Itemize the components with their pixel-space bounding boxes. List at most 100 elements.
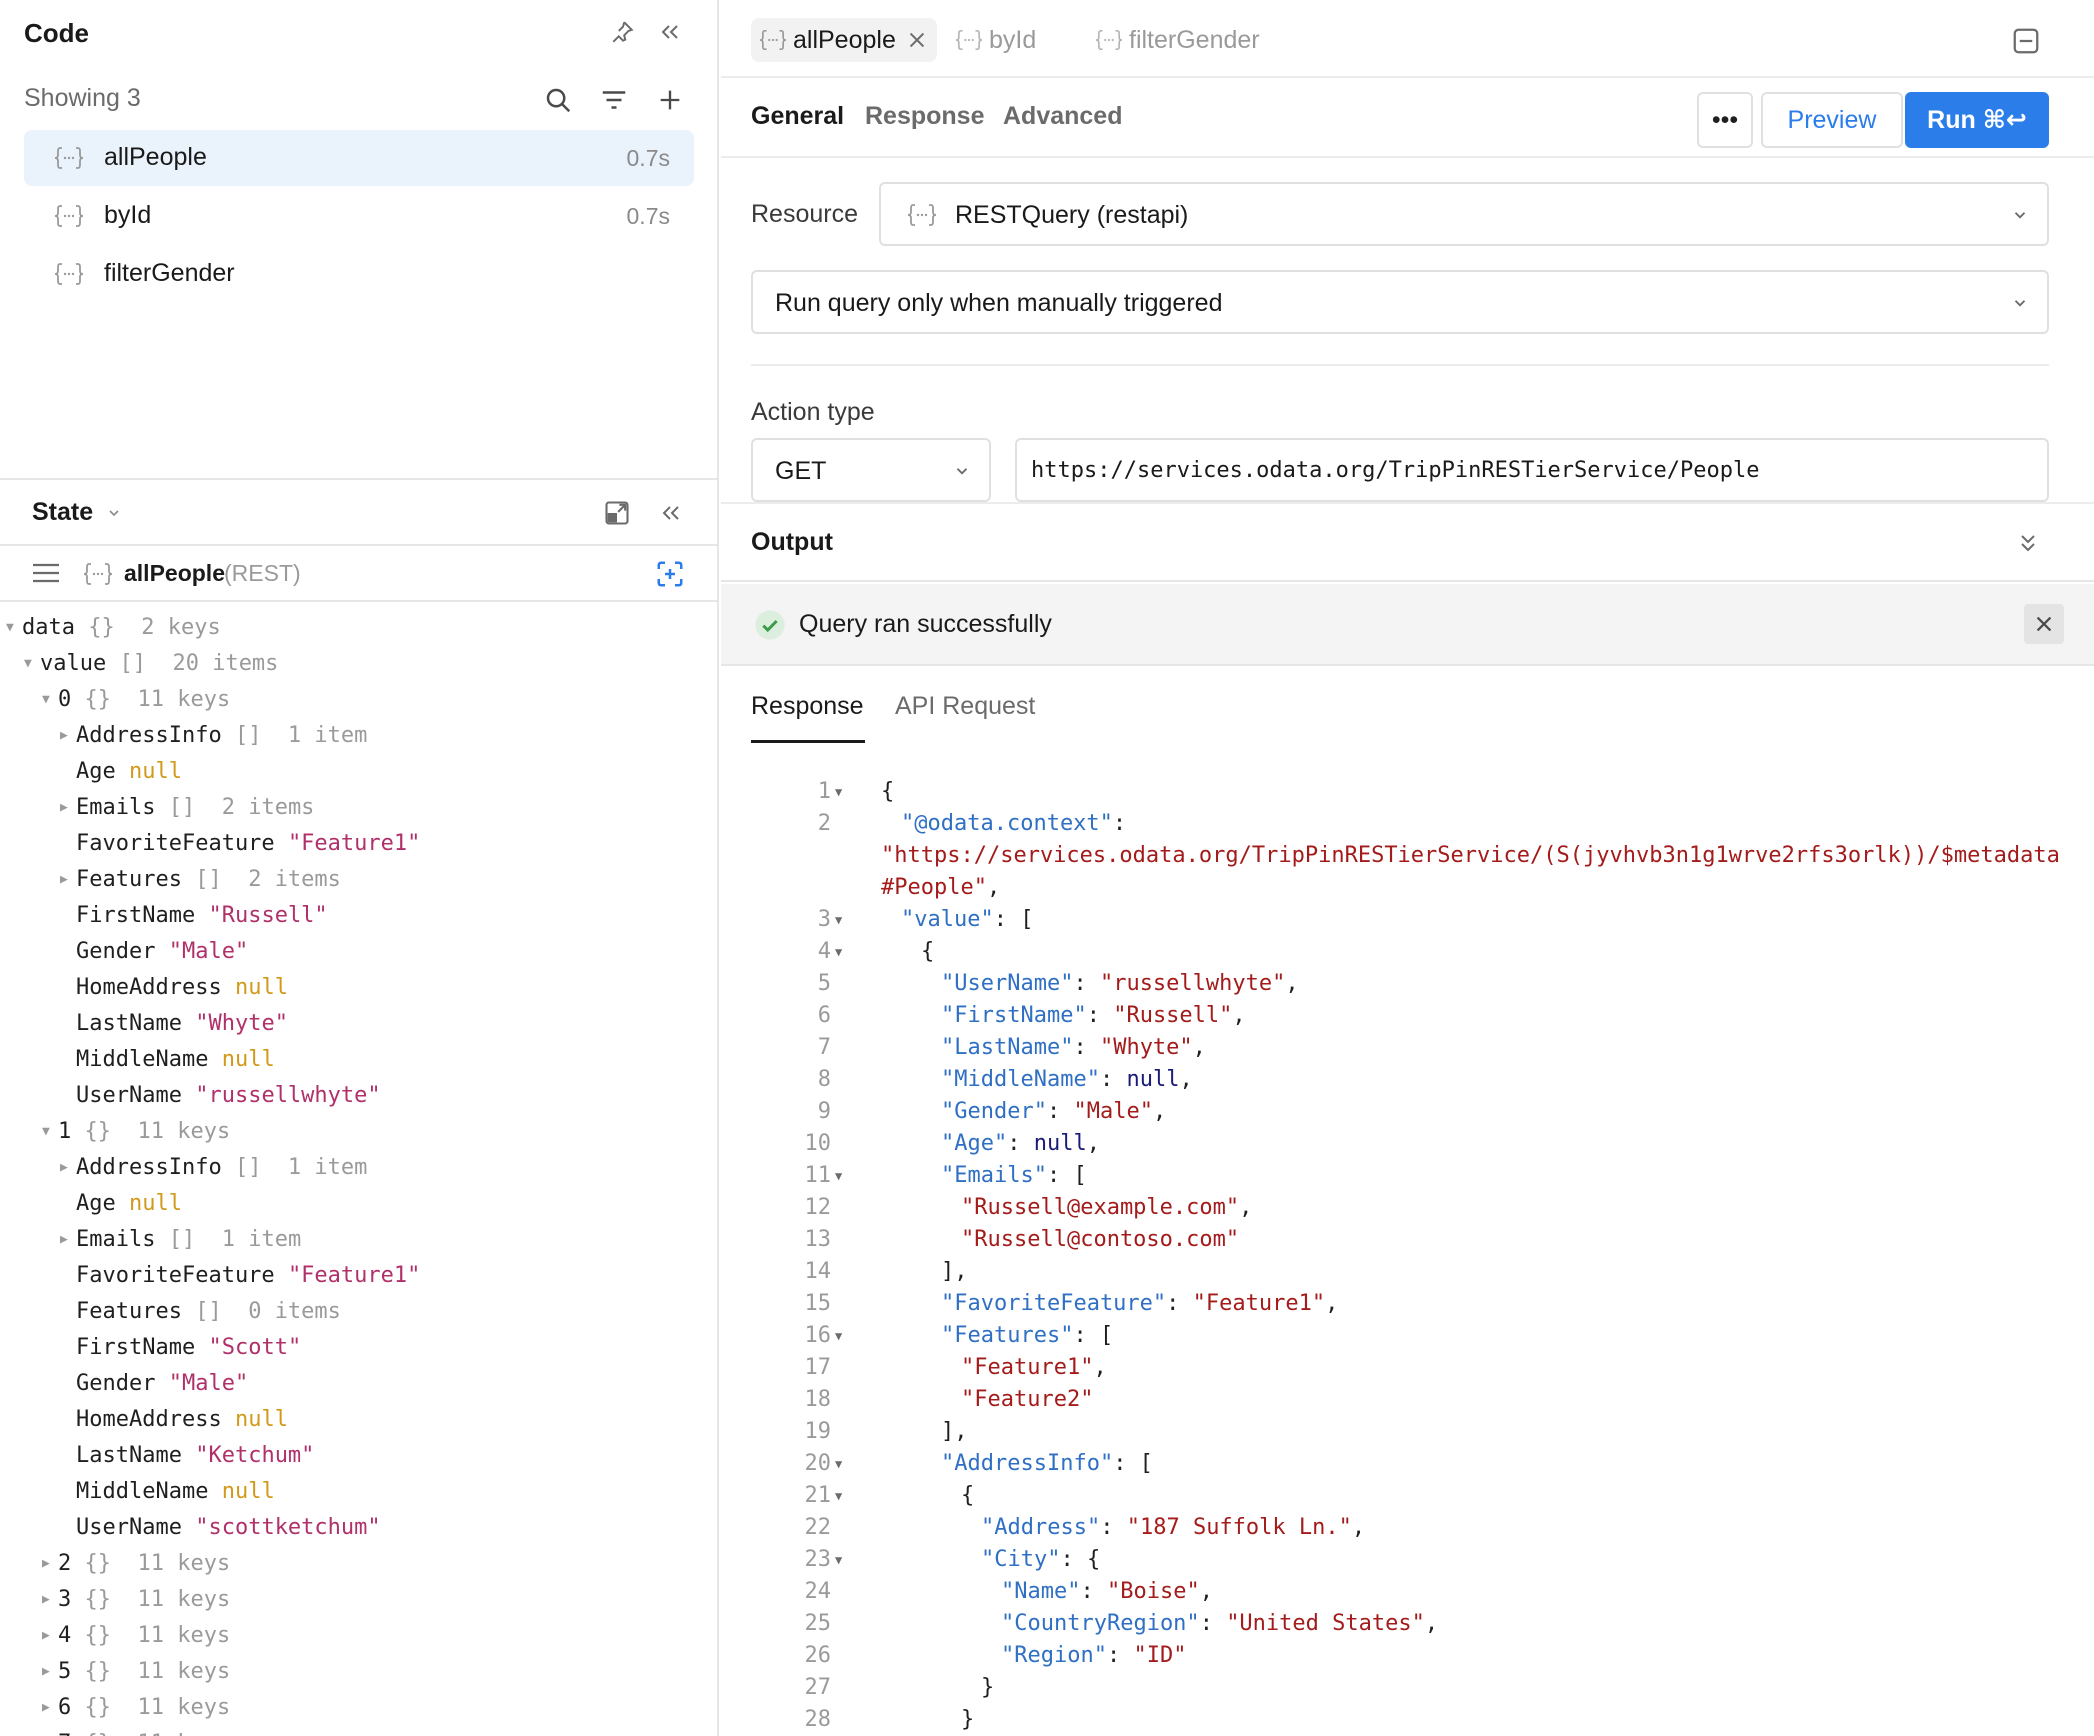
tree-row[interactable]: HomeAddress null bbox=[0, 1402, 717, 1438]
tree-row[interactable]: MiddleName null bbox=[0, 1474, 717, 1510]
tree-row[interactable]: ▶ Features [] 2 items bbox=[0, 862, 717, 898]
fold-caret-icon[interactable]: ▼ bbox=[835, 936, 842, 968]
tree-row[interactable]: FavoriteFeature "Feature1" bbox=[0, 826, 717, 862]
tree-row[interactable]: ▼ data {} 2 keys bbox=[0, 610, 717, 646]
panel-toggle-icon[interactable] bbox=[2007, 22, 2045, 60]
tree-row[interactable]: ▶ 5 {} 11 keys bbox=[0, 1654, 717, 1690]
tree-row[interactable]: HomeAddress null bbox=[0, 970, 717, 1006]
code-line: 19], bbox=[721, 1416, 2094, 1448]
trigger-select[interactable]: Run query only when manually triggered bbox=[751, 270, 2049, 334]
tab-api-request[interactable]: API Request bbox=[895, 692, 1035, 721]
search-icon[interactable] bbox=[538, 80, 578, 120]
tree-row[interactable]: Age null bbox=[0, 754, 717, 790]
caret-right-icon[interactable]: ▶ bbox=[42, 1654, 50, 1690]
line-number: 11 bbox=[804, 1163, 832, 1188]
caret-down-icon[interactable]: ▼ bbox=[42, 682, 50, 718]
query-braces-icon bbox=[54, 145, 84, 176]
fold-caret-icon[interactable]: ▼ bbox=[835, 1480, 842, 1512]
code-token: , bbox=[1179, 1067, 1193, 1092]
run-button[interactable]: Run ⌘↩ bbox=[1905, 92, 2049, 148]
more-button[interactable]: ••• bbox=[1697, 92, 1753, 148]
caret-right-icon[interactable]: ▶ bbox=[42, 1582, 50, 1618]
method-select[interactable]: GET bbox=[751, 438, 991, 502]
query-braces-icon bbox=[1095, 28, 1123, 57]
tree-row[interactable]: FirstName "Scott" bbox=[0, 1330, 717, 1366]
plus-icon[interactable] bbox=[650, 80, 690, 120]
tree-row[interactable]: MiddleName null bbox=[0, 1042, 717, 1078]
tab-response[interactable]: Response bbox=[865, 102, 984, 131]
tree-row[interactable]: FavoriteFeature "Feature1" bbox=[0, 1258, 717, 1294]
tree-row[interactable]: FirstName "Russell" bbox=[0, 898, 717, 934]
caret-right-icon[interactable]: ▶ bbox=[60, 718, 68, 754]
file-tab-byid[interactable]: byId bbox=[947, 18, 1067, 62]
double-chevron-left-icon[interactable] bbox=[652, 14, 688, 50]
double-chevron-left-icon[interactable] bbox=[652, 494, 690, 532]
tree-row[interactable]: ▼ 0 {} 11 keys bbox=[0, 682, 717, 718]
focus-target-icon[interactable] bbox=[652, 556, 688, 592]
caret-right-icon[interactable]: ▶ bbox=[42, 1546, 50, 1582]
query-item-filtergender[interactable]: filterGender bbox=[24, 246, 694, 302]
tree-row[interactable]: ▶ 3 {} 11 keys bbox=[0, 1582, 717, 1618]
file-tab-filtergender[interactable]: filterGender bbox=[1087, 18, 1287, 62]
tab-response-output[interactable]: Response bbox=[751, 692, 864, 721]
tab-advanced[interactable]: Advanced bbox=[1003, 102, 1122, 131]
tree-row[interactable]: ▶ 4 {} 11 keys bbox=[0, 1618, 717, 1654]
close-icon[interactable] bbox=[905, 28, 929, 52]
filter-icon[interactable] bbox=[594, 80, 634, 120]
hamburger-icon[interactable] bbox=[30, 558, 62, 588]
fold-caret-icon[interactable]: ▼ bbox=[835, 1544, 842, 1576]
tree-meta: {} 11 keys bbox=[84, 1119, 231, 1144]
tree-row[interactable]: ▶ 2 {} 11 keys bbox=[0, 1546, 717, 1582]
line-number: 14 bbox=[804, 1259, 832, 1284]
tree-row[interactable]: ▶ Emails [] 2 items bbox=[0, 790, 717, 826]
close-icon[interactable] bbox=[2024, 604, 2064, 644]
state-dropdown[interactable]: State bbox=[32, 498, 122, 527]
tab-general[interactable]: General bbox=[751, 102, 844, 131]
resource-select[interactable]: RESTQuery (restapi) bbox=[879, 182, 2049, 246]
code-panel-header: Code bbox=[0, 0, 717, 66]
code-token: "Russell@contoso.com" bbox=[961, 1227, 1240, 1252]
tree-row[interactable]: UserName "scottketchum" bbox=[0, 1510, 717, 1546]
fold-caret-icon[interactable]: ▼ bbox=[835, 1160, 842, 1192]
tree-row[interactable]: Features [] 0 items bbox=[0, 1294, 717, 1330]
preview-button[interactable]: Preview bbox=[1761, 92, 1903, 148]
divider bbox=[751, 364, 2049, 366]
popout-icon[interactable] bbox=[598, 494, 636, 532]
tree-row[interactable]: ▶ AddressInfo [] 1 item bbox=[0, 1150, 717, 1186]
tree-row[interactable]: LastName "Ketchum" bbox=[0, 1438, 717, 1474]
query-item-byid[interactable]: byId 0.7s bbox=[24, 188, 694, 244]
fold-caret-icon[interactable]: ▼ bbox=[835, 776, 842, 808]
tree-row[interactable]: UserName "russellwhyte" bbox=[0, 1078, 717, 1114]
tree-row[interactable]: ▶ 6 {} 11 keys bbox=[0, 1690, 717, 1726]
fold-caret-icon[interactable]: ▼ bbox=[835, 1448, 842, 1480]
caret-right-icon[interactable]: ▶ bbox=[42, 1690, 50, 1726]
caret-right-icon[interactable]: ▶ bbox=[60, 1222, 68, 1258]
tree-row[interactable]: ▼ 1 {} 11 keys bbox=[0, 1114, 717, 1150]
tree-row[interactable]: ▼ value [] 20 items bbox=[0, 646, 717, 682]
fold-caret-icon[interactable]: ▼ bbox=[835, 1320, 842, 1352]
query-item-allpeople[interactable]: allPeople 0.7s bbox=[24, 130, 694, 186]
url-input[interactable]: https://services.odata.org/TripPinRESTie… bbox=[1015, 438, 2049, 502]
tree-row[interactable]: LastName "Whyte" bbox=[0, 1006, 717, 1042]
caret-down-icon[interactable]: ▼ bbox=[6, 610, 14, 646]
double-chevron-down-icon[interactable] bbox=[2011, 526, 2045, 560]
caret-right-icon[interactable]: ▶ bbox=[60, 1150, 68, 1186]
tree-row[interactable]: ▶ AddressInfo [] 1 item bbox=[0, 718, 717, 754]
caret-right-icon[interactable]: ▶ bbox=[42, 1726, 50, 1736]
caret-down-icon[interactable]: ▼ bbox=[42, 1114, 50, 1150]
tree-row[interactable]: ▶ Emails [] 1 item bbox=[0, 1222, 717, 1258]
tree-row[interactable]: Gender "Male" bbox=[0, 934, 717, 970]
file-tab-allpeople[interactable]: allPeople bbox=[751, 18, 937, 62]
output-header[interactable]: Output bbox=[721, 502, 2094, 582]
fold-caret-icon[interactable]: ▼ bbox=[835, 904, 842, 936]
tree-key: AddressInfo bbox=[76, 1155, 222, 1180]
pin-icon[interactable] bbox=[604, 14, 640, 50]
code-token: , bbox=[1192, 1035, 1206, 1060]
caret-right-icon[interactable]: ▶ bbox=[60, 862, 68, 898]
caret-down-icon[interactable]: ▼ bbox=[24, 646, 32, 682]
tree-row[interactable]: ▶ 7 {} 11 keys bbox=[0, 1726, 717, 1736]
tree-row[interactable]: Age null bbox=[0, 1186, 717, 1222]
tree-row[interactable]: Gender "Male" bbox=[0, 1366, 717, 1402]
caret-right-icon[interactable]: ▶ bbox=[60, 790, 68, 826]
caret-right-icon[interactable]: ▶ bbox=[42, 1618, 50, 1654]
